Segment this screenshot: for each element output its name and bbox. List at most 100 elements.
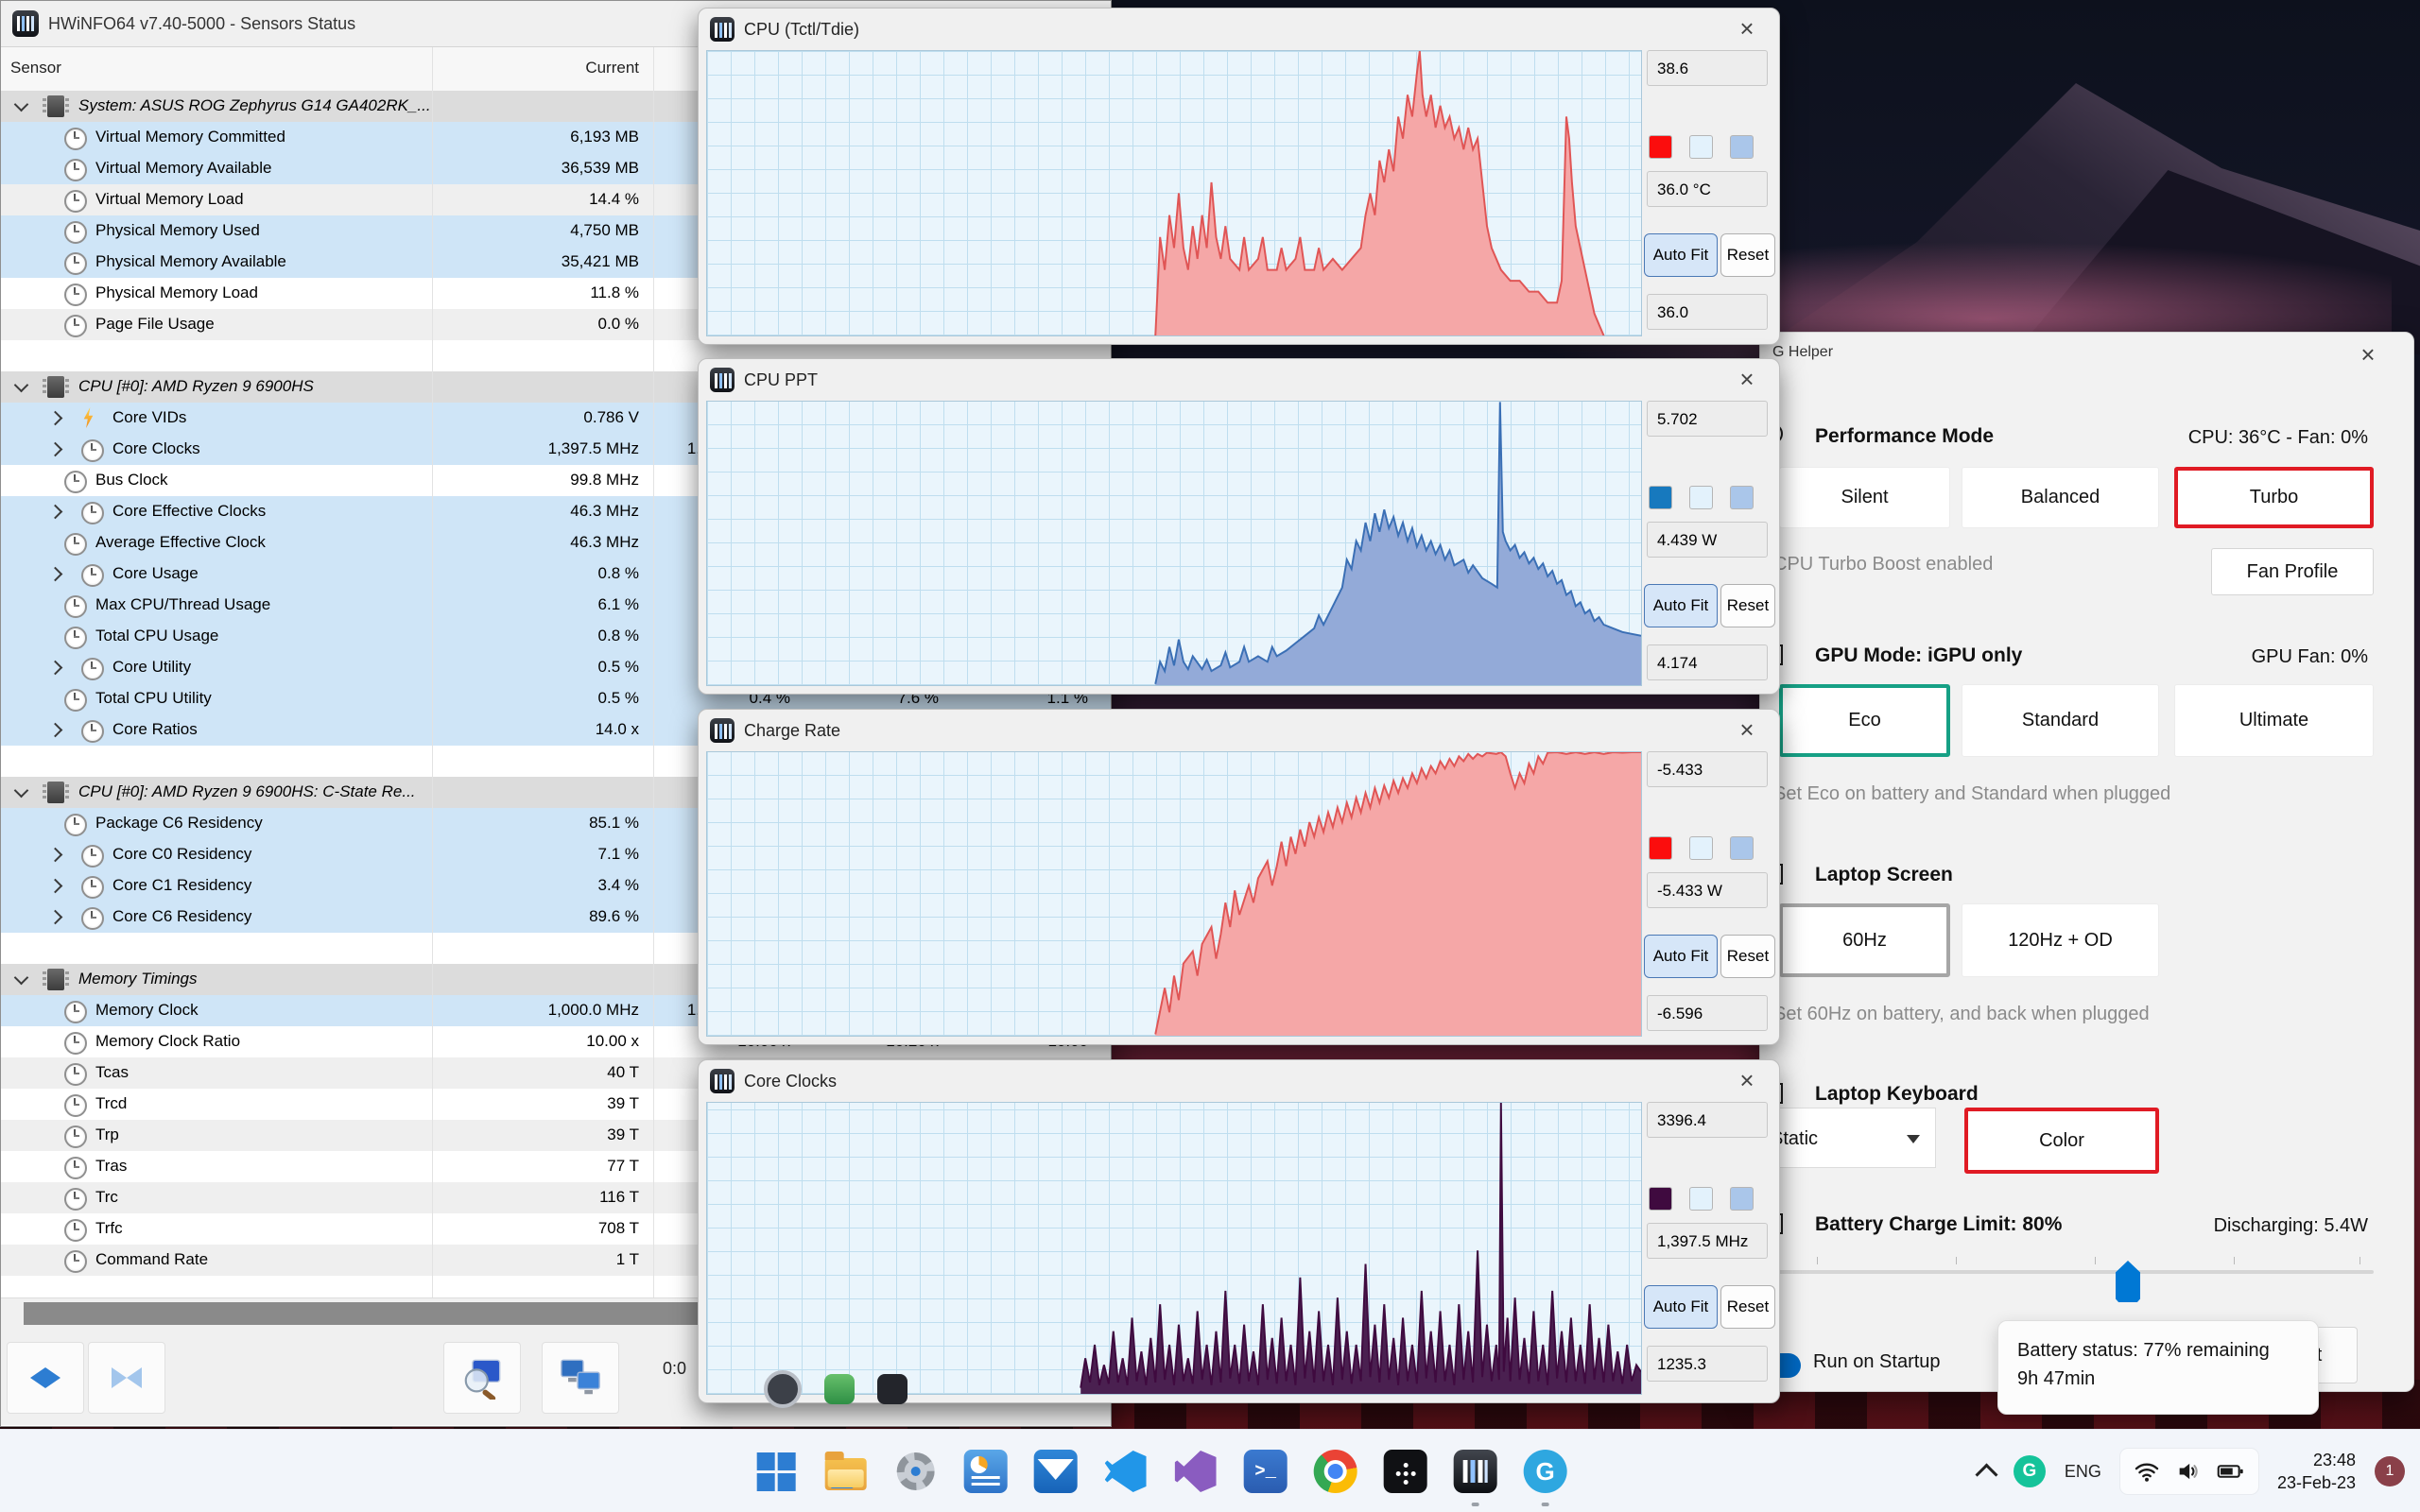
vscode-button[interactable] (1098, 1444, 1153, 1499)
close-icon[interactable]: × (2349, 340, 2387, 369)
grammarly-tray-icon[interactable]: G (2013, 1455, 2046, 1487)
keyboard-mode-dropdown[interactable]: Static (1756, 1108, 1936, 1168)
close-icon[interactable]: × (1728, 715, 1766, 745)
screen-capture-button[interactable] (443, 1342, 521, 1414)
expand-chevron-icon[interactable] (47, 660, 63, 676)
sensor-current-value: 11.8 % (590, 284, 639, 301)
start-button[interactable] (749, 1444, 804, 1499)
perf-silent-button[interactable]: Silent (1779, 467, 1950, 528)
remote-monitoring-button[interactable] (542, 1342, 619, 1414)
terminal-button[interactable]: >_ (1238, 1444, 1293, 1499)
background-color-swatch[interactable] (1689, 135, 1713, 159)
battery-limit-slider[interactable] (1773, 1257, 2374, 1302)
close-icon[interactable]: × (1728, 14, 1766, 43)
expand-chevron-icon[interactable] (13, 970, 29, 986)
expand-chevron-icon[interactable] (47, 410, 63, 426)
graph-max-value: 38.6 (1647, 50, 1768, 86)
expand-chevron-icon[interactable] (47, 722, 63, 738)
grid-color-swatch[interactable] (1730, 486, 1754, 509)
gpu-fan-status: GPU Fan: 0% (2251, 646, 2368, 667)
media-app-button[interactable] (1378, 1444, 1433, 1499)
column-header-sensor[interactable]: Sensor (10, 59, 61, 77)
expand-chevron-icon[interactable] (47, 566, 63, 582)
hwinfo-taskbar-button[interactable] (1448, 1444, 1503, 1506)
sensor-current-value: 3.4 % (597, 876, 639, 894)
gpu-ultimate-button[interactable]: Ultimate (2174, 684, 2374, 757)
expand-chevron-icon[interactable] (13, 782, 29, 799)
perf-balanced-button[interactable]: Balanced (1962, 467, 2159, 528)
auto-fit-button[interactable]: Auto Fit (1644, 584, 1718, 627)
graph-titlebar[interactable]: Core Clocks (699, 1060, 1779, 1102)
gpu-eco-button[interactable]: Eco (1779, 684, 1950, 757)
visual-studio-button[interactable] (1168, 1444, 1223, 1499)
reset-button[interactable]: Reset (1720, 1285, 1775, 1329)
hwinfo-app-icon (710, 1069, 735, 1093)
close-icon[interactable]: × (1728, 1066, 1766, 1095)
clock-icon (64, 471, 87, 493)
graph-color-swatches (1649, 1187, 1754, 1211)
clock-icon (81, 439, 104, 462)
background-color-swatch[interactable] (1689, 836, 1713, 860)
expand-chevron-icon[interactable] (13, 96, 29, 112)
column-divider[interactable] (653, 47, 654, 1297)
mail-button[interactable] (1028, 1444, 1083, 1499)
series-color-swatch[interactable] (1649, 1187, 1672, 1211)
green-app-icon[interactable] (824, 1374, 855, 1404)
clock-icon (81, 845, 104, 868)
series-color-swatch[interactable] (1649, 836, 1672, 860)
ring-icon[interactable] (764, 1370, 802, 1408)
expand-chevron-icon[interactable] (13, 377, 29, 393)
clock[interactable]: 23:48 23-Feb-23 (2277, 1449, 2356, 1494)
quick-settings[interactable] (2119, 1449, 2258, 1494)
grid-color-swatch[interactable] (1730, 135, 1754, 159)
expand-chevron-icon[interactable] (47, 909, 63, 925)
slider-thumb[interactable] (2116, 1261, 2140, 1302)
graph-titlebar[interactable]: Charge Rate (699, 710, 1779, 751)
column-header-current[interactable]: Current (585, 59, 639, 77)
screen-60hz-button[interactable]: 60Hz (1779, 903, 1950, 977)
gpu-standard-button[interactable]: Standard (1962, 684, 2159, 757)
column-divider[interactable] (432, 47, 433, 1297)
tray-time: 23:48 (2312, 1451, 2356, 1469)
auto-fit-button[interactable]: Auto Fit (1644, 1285, 1718, 1329)
grid-color-swatch[interactable] (1730, 836, 1754, 860)
graph-titlebar[interactable]: CPU (Tctl/Tdie) (699, 9, 1779, 50)
ghelper-window-title: G Helper (1772, 344, 1834, 360)
expand-chevron-icon[interactable] (47, 878, 63, 894)
reset-button[interactable]: Reset (1720, 584, 1775, 627)
auto-fit-button[interactable]: Auto Fit (1644, 935, 1718, 978)
expand-chevron-icon[interactable] (47, 504, 63, 520)
auto-fit-button[interactable]: Auto Fit (1644, 233, 1718, 277)
dark-app-icon[interactable] (877, 1374, 908, 1404)
gear-icon (896, 1452, 935, 1490)
series-color-swatch[interactable] (1649, 135, 1672, 159)
keyboard-color-button[interactable]: Color (1964, 1108, 2159, 1174)
expand-chevron-icon[interactable] (47, 847, 63, 863)
chrome-button[interactable] (1308, 1444, 1363, 1499)
clock-icon (64, 1063, 87, 1086)
graph-titlebar[interactable]: CPU PPT (699, 359, 1779, 401)
notification-badge[interactable]: 1 (2375, 1456, 2405, 1486)
close-icon[interactable]: × (1728, 365, 1766, 394)
sensor-current-value: 0.8 % (597, 564, 639, 582)
grid-color-swatch[interactable] (1730, 1187, 1754, 1211)
slider-tick (2234, 1257, 2235, 1264)
system-control-button[interactable] (959, 1444, 1013, 1499)
perf-turbo-button[interactable]: Turbo (2174, 467, 2374, 528)
expand-columns-button[interactable] (7, 1342, 84, 1414)
show-hidden-icons-chevron[interactable] (1975, 1462, 1998, 1486)
language-indicator[interactable]: ENG (2065, 1462, 2101, 1482)
background-color-swatch[interactable] (1689, 486, 1713, 509)
reset-button[interactable]: Reset (1720, 935, 1775, 978)
uptime-clock: 0:0 (663, 1359, 687, 1378)
settings-button[interactable] (889, 1444, 943, 1499)
background-color-swatch[interactable] (1689, 1187, 1713, 1211)
file-explorer-button[interactable] (819, 1444, 873, 1499)
ghelper-taskbar-button[interactable]: G (1518, 1444, 1573, 1506)
collapse-columns-button[interactable] (88, 1342, 165, 1414)
fan-profile-button[interactable]: Fan Profile (2211, 548, 2374, 595)
screen-120hz-button[interactable]: 120Hz + OD (1962, 903, 2159, 977)
series-color-swatch[interactable] (1649, 486, 1672, 509)
expand-chevron-icon[interactable] (47, 441, 63, 457)
reset-button[interactable]: Reset (1720, 233, 1775, 277)
